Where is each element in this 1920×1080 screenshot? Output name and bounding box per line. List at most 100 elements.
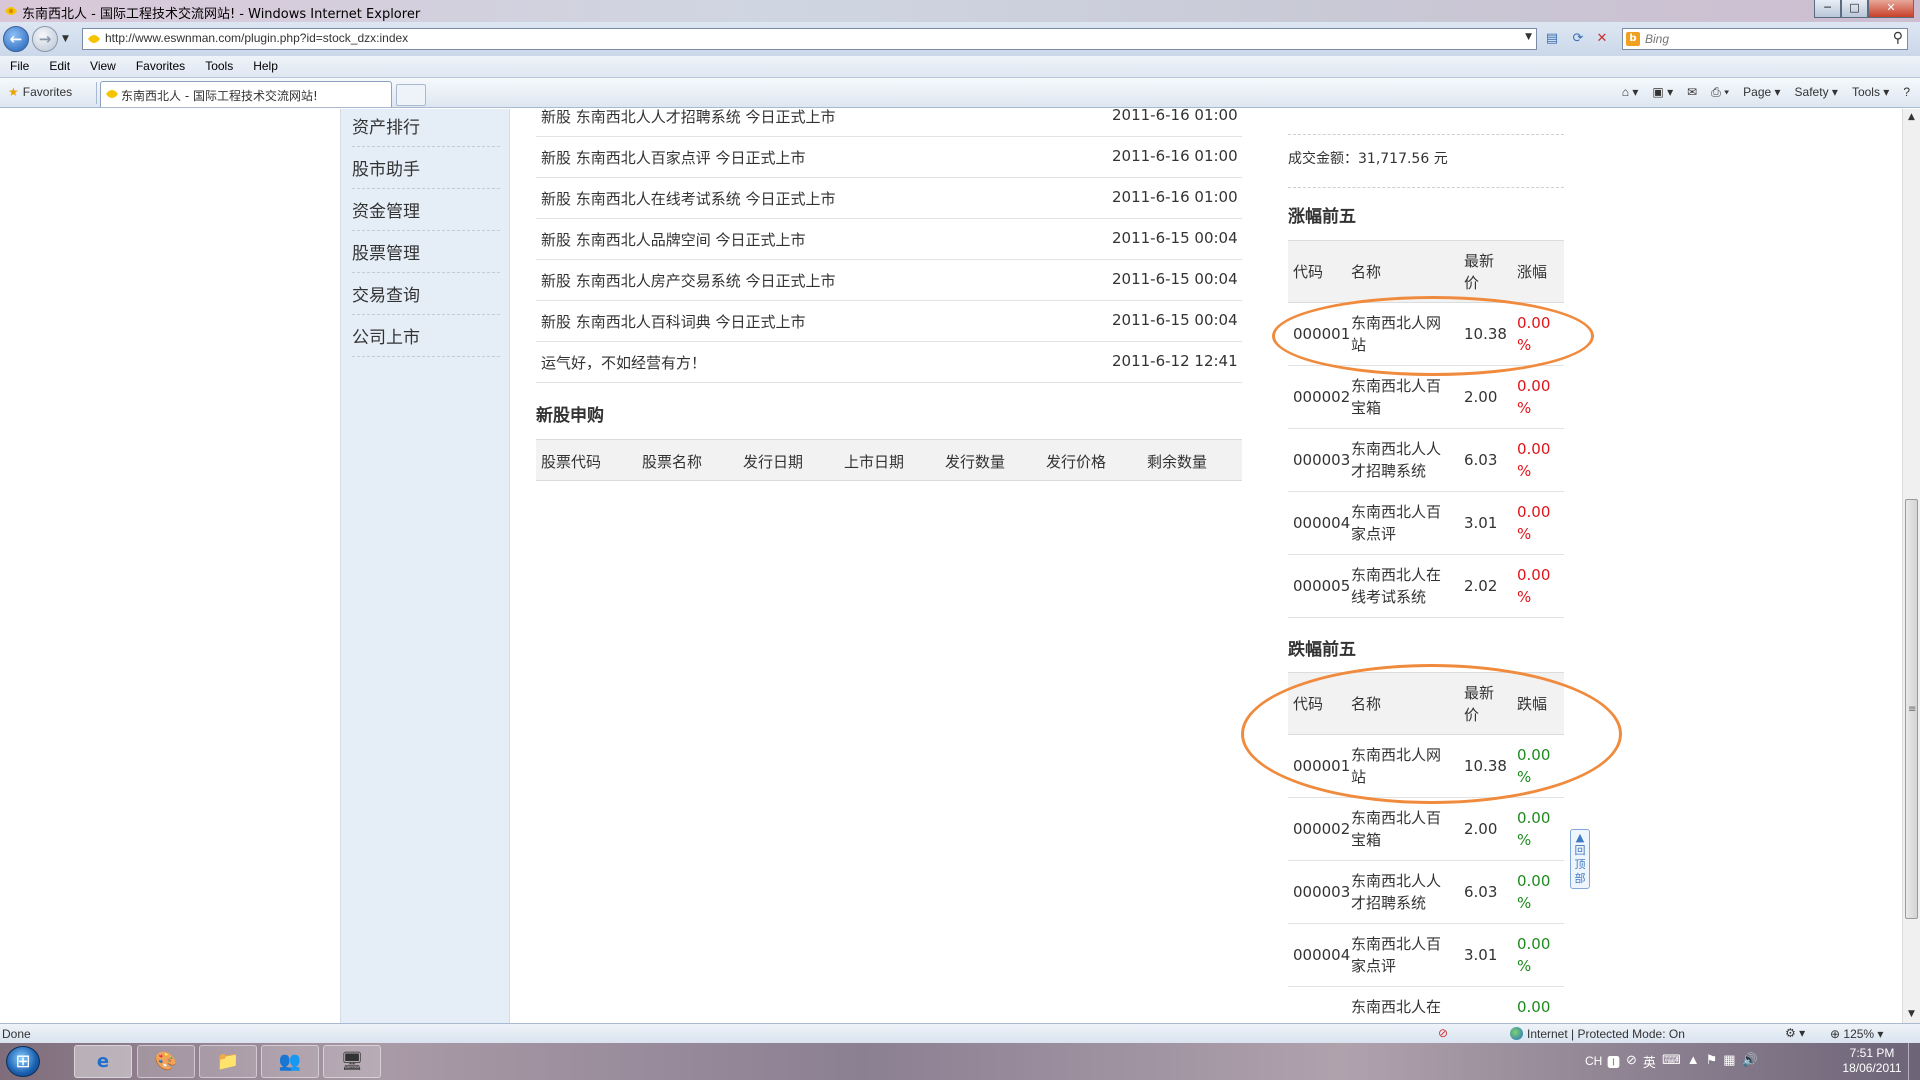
help-icon[interactable]: ? [1903, 85, 1910, 100]
sidebar-item-stock-assistant[interactable]: 股市助手 [352, 147, 500, 189]
menu-help[interactable]: Help [243, 56, 288, 73]
news-title[interactable]: 新股 东南西北人房产交易系统 今日正式上市 [541, 270, 836, 291]
taskbar-app-users[interactable]: 👥 [261, 1045, 319, 1078]
taskbar-app-media[interactable]: 🎨 [137, 1045, 195, 1078]
mail-icon[interactable]: ✉ [1687, 85, 1697, 100]
block-icon[interactable]: ⊘ [1626, 1052, 1637, 1071]
refresh-icon[interactable]: ⟳ [1568, 29, 1588, 49]
table-row[interactable]: 000003 东南西北人人才招聘系统 6.03 0.00 % [1288, 429, 1564, 492]
flag-icon[interactable]: ⚑ [1706, 1052, 1718, 1071]
table-row[interactable]: 000003 东南西北人人才招聘系统 6.03 0.00 % [1288, 861, 1564, 924]
sidebar-item-company-listing[interactable]: 公司上市 [352, 315, 500, 357]
news-title[interactable]: 运气好，不如经营有方！ [541, 352, 706, 373]
menu-favorites[interactable]: Favorites [126, 56, 195, 73]
stock-name[interactable]: 东南西北人人才招聘系统 [1351, 870, 1447, 914]
list-item[interactable]: 新股 东南西北人房产交易系统 今日正式上市 2011-6-15 00:04 [536, 260, 1242, 301]
stock-name[interactable]: 东南西北人人才招聘系统 [1351, 438, 1447, 482]
menu-view[interactable]: View [80, 56, 126, 73]
sidebar-item-fund-management[interactable]: 资金管理 [352, 189, 500, 231]
taskbar-internet-explorer[interactable]: e [74, 1045, 132, 1078]
close-window-button[interactable]: ✕ [1868, 0, 1914, 18]
history-dropdown-icon[interactable]: ▼ [62, 34, 69, 44]
vertical-scrollbar[interactable]: ▲ ≡ ▼ [1902, 109, 1920, 1023]
table-row[interactable]: 000001 东南西北人网站 10.38 0.00 % [1288, 735, 1564, 798]
stock-name[interactable]: 东南西北人在线考试系统 [1351, 564, 1447, 608]
home-icon[interactable]: ⌂ ▾ [1622, 85, 1639, 100]
table-row[interactable]: 000004 东南西北人百家点评 3.01 0.00 % [1288, 924, 1564, 987]
security-zone[interactable]: Internet | Protected Mode: On [1510, 1027, 1685, 1041]
feeds-icon[interactable]: ▣ ▾ [1652, 85, 1673, 100]
col-change: 涨幅 [1517, 263, 1548, 281]
input-language[interactable]: CH [1585, 1054, 1602, 1068]
news-title[interactable]: 新股 东南西北人品牌空间 今日正式上市 [541, 229, 806, 250]
show-desktop-button[interactable] [1908, 1043, 1920, 1080]
news-date: 2011-6-15 00:04 [1112, 270, 1238, 288]
volume-icon[interactable]: 🔊 [1742, 1052, 1758, 1071]
table-row[interactable]: 东南西北人在 0.00 [1288, 987, 1564, 1023]
news-title[interactable]: 新股 东南西北人在线考试系统 今日正式上市 [541, 188, 836, 209]
list-item[interactable]: 运气好，不如经营有方！ 2011-6-12 12:41 [536, 342, 1242, 383]
table-row[interactable]: 000001 东南西北人网站 10.38 0.00 % [1288, 303, 1564, 366]
taskbar-app-remote[interactable]: 🖥 [323, 1045, 381, 1078]
sidebar-item-asset-ranking[interactable]: 资产排行 [352, 109, 500, 147]
table-row[interactable]: 000005 东南西北人在线考试系统 2.02 0.00 % [1288, 555, 1564, 618]
favorites-button[interactable]: ★ Favorites [8, 85, 72, 99]
search-input[interactable] [1645, 32, 1865, 46]
clock[interactable]: 7:51 PM 18/06/2011 [1837, 1046, 1907, 1076]
sidebar-item-trade-query[interactable]: 交易查询 [352, 273, 500, 315]
scroll-up-icon[interactable]: ▲ [1903, 109, 1920, 126]
url-input[interactable] [105, 31, 1505, 45]
back-button[interactable]: ← [3, 26, 29, 52]
stock-code: 000004 [1293, 946, 1351, 964]
compatibility-view-icon[interactable]: ▤ [1542, 29, 1562, 49]
scroll-down-icon[interactable]: ▼ [1903, 1006, 1920, 1023]
popup-blocked-icon[interactable]: ⊘ [1438, 1026, 1448, 1040]
ime-icon[interactable]: 🅸 [1607, 1052, 1620, 1071]
sidebar-item-stock-management[interactable]: 股票管理 [352, 231, 500, 273]
zoom-level[interactable]: ⊕ 125% ▾ [1830, 1027, 1883, 1041]
menu-file[interactable]: File [0, 56, 39, 73]
address-dropdown-icon[interactable]: ▼ [1525, 32, 1532, 42]
search-box[interactable]: b ⚲ [1622, 28, 1908, 50]
list-item[interactable]: 新股 东南西北人在线考试系统 今日正式上市 2011-6-16 01:00 [536, 178, 1242, 219]
taskbar-file-explorer[interactable]: 📁 [199, 1045, 257, 1078]
page-menu[interactable]: Page ▾ [1743, 85, 1780, 100]
list-item[interactable]: 新股 东南西北人百科词典 今日正式上市 2011-6-15 00:04 [536, 301, 1242, 342]
tools-menu[interactable]: Tools ▾ [1852, 85, 1889, 100]
list-item[interactable]: 新股 东南西北人人才招聘系统 今日正式上市 2011-6-16 01:00 [536, 109, 1242, 137]
news-title[interactable]: 新股 东南西北人百家点评 今日正式上市 [541, 147, 806, 168]
keyboard-icon[interactable]: ⌨ [1662, 1052, 1681, 1071]
news-title[interactable]: 新股 东南西北人百科词典 今日正式上市 [541, 311, 806, 332]
start-button[interactable]: ⊞ [6, 1046, 40, 1077]
safety-menu[interactable]: Safety ▾ [1795, 85, 1838, 100]
menu-edit[interactable]: Edit [39, 56, 80, 73]
ime-english-icon[interactable]: 英 [1643, 1052, 1656, 1071]
search-icon[interactable]: ⚲ [1893, 30, 1903, 46]
print-icon[interactable]: ⎙ ▾ [1711, 85, 1729, 100]
back-to-top-button[interactable]: ▲ 回顶部 [1570, 829, 1590, 889]
network-icon[interactable]: ▦ [1723, 1052, 1735, 1071]
table-row[interactable]: 000004 东南西北人百家点评 3.01 0.00 % [1288, 492, 1564, 555]
news-title[interactable]: 新股 东南西北人人才招聘系统 今日正式上市 [541, 109, 836, 127]
stop-icon[interactable]: ✕ [1592, 29, 1612, 49]
stock-name[interactable]: 东南西北人百宝箱 [1351, 807, 1447, 851]
table-row[interactable]: 000002 东南西北人百宝箱 2.00 0.00 % [1288, 366, 1564, 429]
stock-name[interactable]: 东南西北人网站 [1351, 744, 1447, 788]
list-item[interactable]: 新股 东南西北人百家点评 今日正式上市 2011-6-16 01:00 [536, 137, 1242, 178]
stock-name[interactable]: 东南西北人网站 [1351, 312, 1447, 356]
minimize-button[interactable]: ─ [1814, 0, 1841, 18]
stock-name[interactable]: 东南西北人百家点评 [1351, 933, 1447, 977]
stock-name[interactable]: 东南西北人百宝箱 [1351, 375, 1447, 419]
new-tab-button[interactable] [396, 84, 426, 106]
address-field[interactable]: ▼ [82, 28, 1537, 50]
list-item[interactable]: 新股 东南西北人品牌空间 今日正式上市 2011-6-15 00:04 [536, 219, 1242, 260]
protected-mode-icon[interactable]: ⚙ ▾ [1785, 1026, 1805, 1040]
maximize-button[interactable]: □ [1841, 0, 1868, 18]
browser-tab[interactable]: 东南西北人 - 国际工程技术交流网站! [100, 81, 392, 107]
menu-tools[interactable]: Tools [195, 56, 243, 73]
forward-button[interactable]: → [32, 26, 58, 52]
table-row[interactable]: 000002 东南西北人百宝箱 2.00 0.00 % [1288, 798, 1564, 861]
stock-name[interactable]: 东南西北人在 [1351, 996, 1447, 1018]
stock-name[interactable]: 东南西北人百家点评 [1351, 501, 1447, 545]
tray-expand-icon[interactable]: ▲ [1687, 1052, 1700, 1071]
